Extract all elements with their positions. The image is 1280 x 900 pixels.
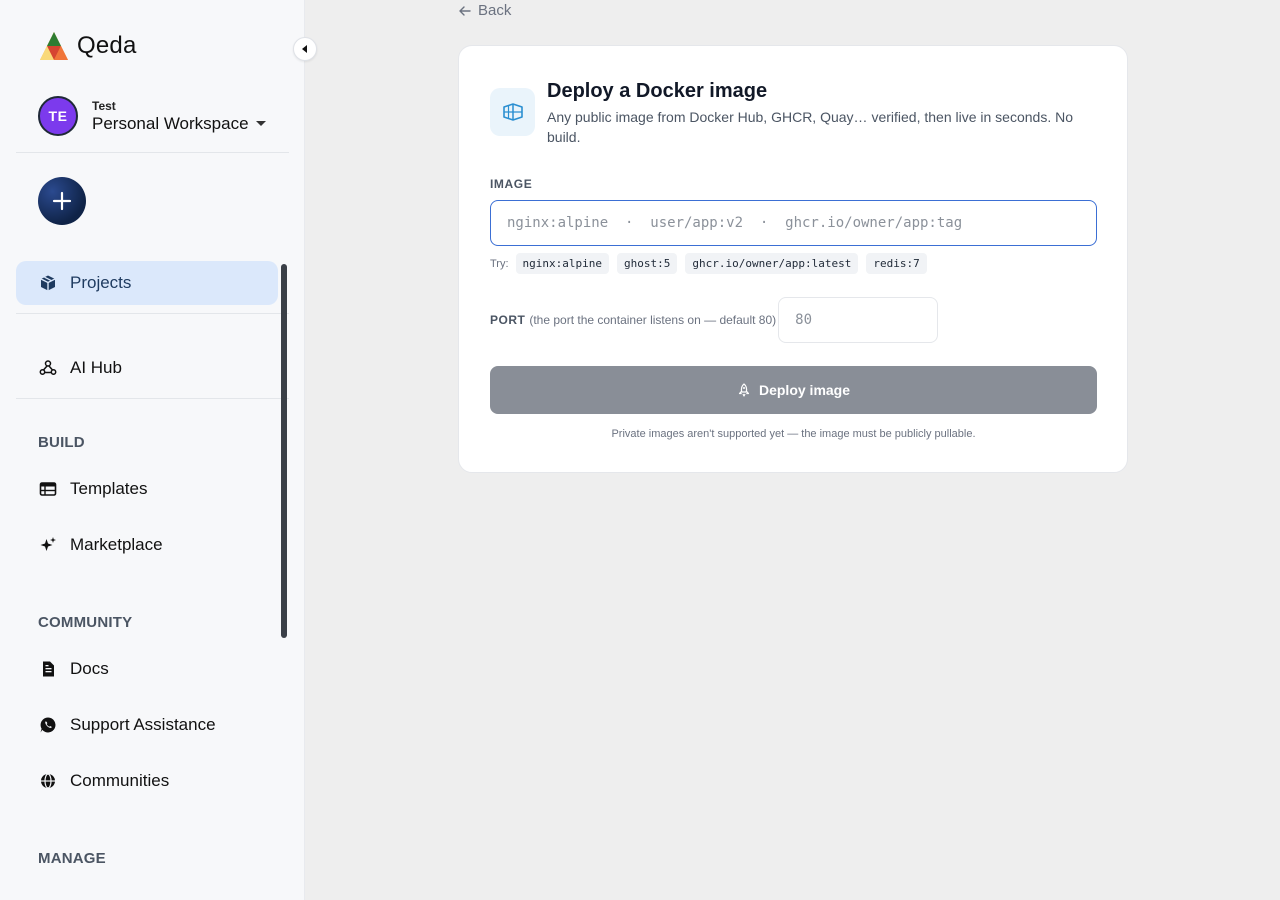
suggestion-chip-ghost[interactable]: ghost:5 [617, 253, 678, 274]
caret-left-icon [302, 45, 307, 53]
sparkles-icon [40, 537, 56, 551]
sidebar-item-marketplace[interactable]: Marketplace [16, 523, 278, 567]
port-row: PORT (the port the container listens on … [490, 297, 939, 343]
try-label: Try: [490, 257, 509, 270]
collapse-sidebar-button[interactable] [293, 37, 317, 61]
sidebar-item-support[interactable]: Support Assistance [16, 703, 278, 747]
brand-name: Qeda [77, 32, 137, 59]
port-label: PORT [490, 313, 526, 327]
back-link[interactable]: Back [458, 2, 511, 19]
port-input[interactable] [778, 297, 939, 343]
document-icon [42, 661, 54, 677]
webhook-icon [39, 360, 56, 375]
sidebar-item-ai-hub[interactable]: AI Hub [16, 346, 278, 390]
footnote: Private images aren't supported yet — th… [611, 428, 976, 440]
sidebar-item-label: AI Hub [70, 358, 122, 377]
section-manage: MANAGE [38, 850, 106, 867]
suggestion-chip-nginx[interactable]: nginx:alpine [515, 253, 610, 274]
image-label: IMAGE [490, 177, 533, 191]
port-hint: (the port the container listens on — def… [529, 313, 777, 327]
deploy-image-card: Deploy a Docker image Any public image f… [458, 45, 1128, 473]
section-build: BUILD [38, 434, 85, 451]
back-label: Back [478, 2, 512, 19]
sidebar-item-projects[interactable]: Projects [16, 261, 278, 305]
workspace-name: Personal Workspace [92, 113, 249, 133]
table-icon [39, 482, 56, 496]
sidebar-item-communities[interactable]: Communities [16, 759, 278, 803]
card-title: Deploy a Docker image [547, 80, 768, 102]
sidebar-item-label: Templates [70, 479, 148, 498]
sidebar-item-label: Marketplace [70, 535, 163, 554]
sidebar-item-label: Communities [70, 771, 170, 790]
sidebar-item-label: Support Assistance [70, 715, 216, 734]
suggestion-chip-ghcr[interactable]: ghcr.io/owner/app:latest [685, 253, 859, 274]
whatsapp-icon [40, 717, 55, 733]
arrow-left-icon [459, 5, 471, 16]
container-icon [502, 103, 523, 121]
sidebar-scrollbar[interactable] [281, 264, 287, 638]
plus-icon [52, 191, 72, 211]
workspace-switcher[interactable]: TE Test Personal Workspace [38, 96, 266, 136]
divider [16, 398, 289, 399]
deploy-image-button[interactable]: Deploy image [490, 366, 1097, 414]
workspace-owner: Test [92, 98, 116, 113]
divider [16, 313, 289, 314]
suggestions-row: Try: nginx:alpine ghost:5 ghcr.io/owner/… [490, 253, 935, 274]
caret-down-icon [255, 121, 266, 126]
add-new-button[interactable] [38, 177, 86, 225]
cube-icon [40, 275, 55, 291]
sidebar-item-docs[interactable]: Docs [16, 647, 278, 691]
brand-logo[interactable]: Qeda [38, 30, 137, 62]
divider [16, 152, 289, 153]
suggestion-chip-redis[interactable]: redis:7 [866, 253, 927, 274]
container-icon-box [490, 88, 535, 136]
sidebar-item-templates[interactable]: Templates [16, 467, 278, 511]
sidebar-item-label: Projects [70, 273, 132, 292]
globe-icon [40, 773, 55, 789]
section-community: COMMUNITY [38, 614, 133, 631]
card-subtitle: Any public image from Docker Hub, GHCR, … [547, 109, 1073, 145]
avatar: TE [38, 96, 78, 136]
image-input[interactable] [490, 200, 1097, 246]
deploy-button-label: Deploy image [758, 382, 851, 398]
sidebar-item-label: Docs [70, 659, 109, 678]
qeda-logo-icon [40, 32, 68, 60]
sidebar: Qeda TE Test Personal Workspace Projects… [0, 0, 305, 900]
rocket-icon [738, 383, 750, 397]
